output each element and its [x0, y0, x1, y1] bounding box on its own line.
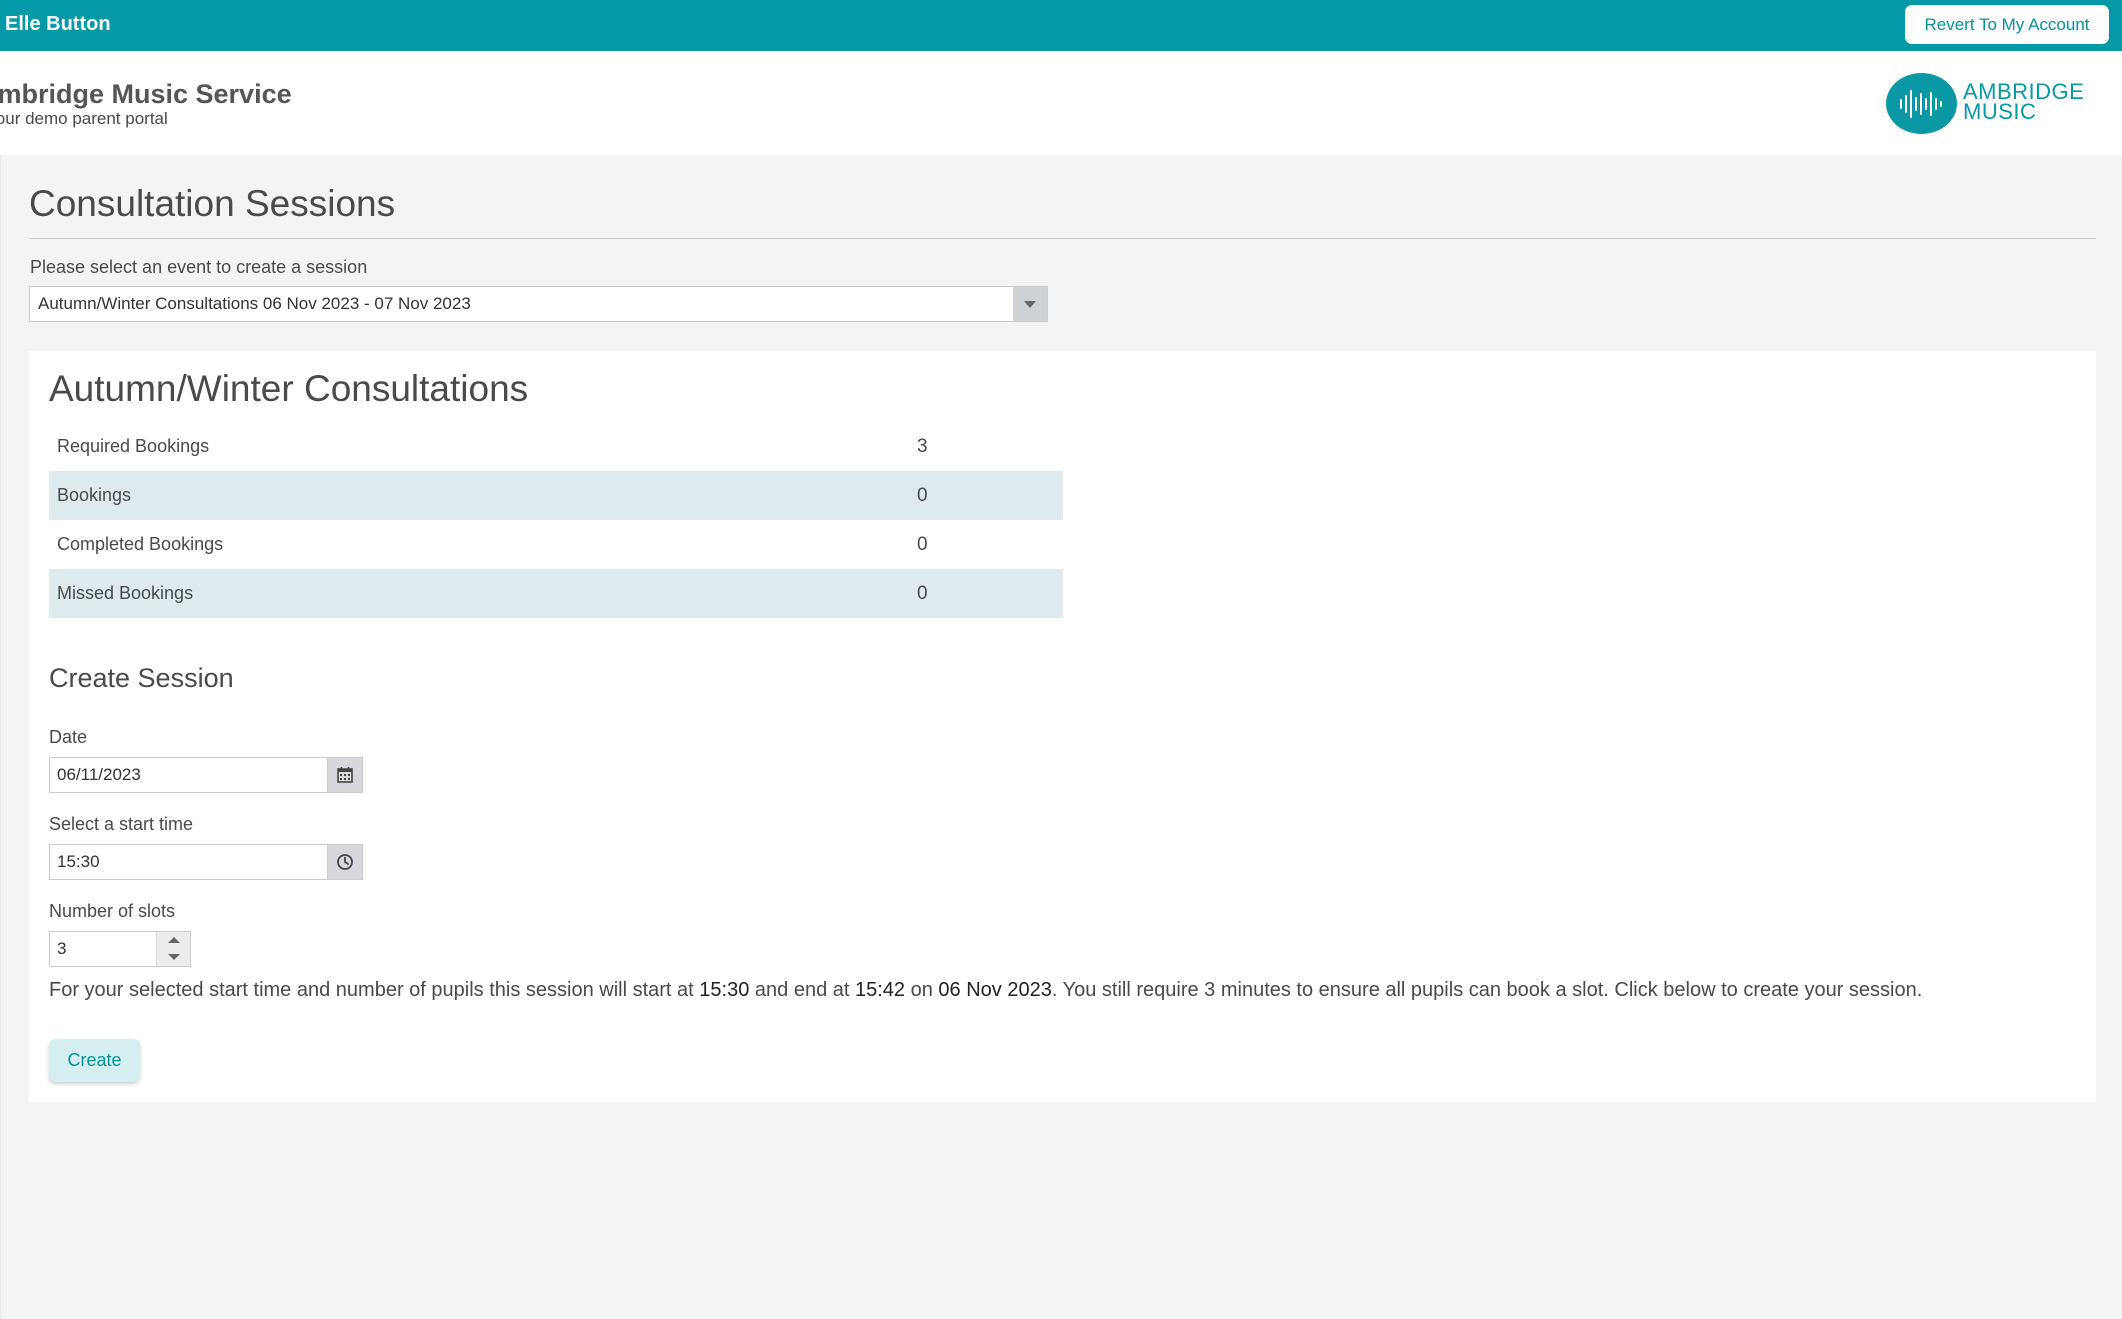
table-row: Required Bookings 3 — [49, 422, 1063, 471]
slots-input[interactable] — [50, 932, 156, 966]
event-select-label: Please select an event to create a sessi… — [30, 257, 368, 277]
stat-label: Required Bookings — [57, 436, 210, 456]
date-input[interactable] — [50, 758, 326, 792]
title-divider — [29, 238, 2096, 239]
slots-stepper — [49, 931, 191, 967]
booking-stats-table: Required Bookings 3 Bookings 0 Completed… — [49, 422, 1063, 618]
site-header: Ambridge Music Service Your demo parent … — [0, 51, 2122, 155]
calendar-icon[interactable] — [327, 758, 362, 792]
revert-to-my-account-button[interactable]: Revert To My Account — [1905, 5, 2109, 44]
stat-value: 0 — [917, 569, 1063, 618]
create-session-title: Create Session — [49, 663, 234, 693]
stat-label: Missed Bookings — [49, 569, 917, 618]
brand-wordmark: AMBRIDGE MUSIC — [1963, 81, 2093, 124]
caret-down-icon[interactable] — [1013, 287, 1047, 321]
site-subtitle: Your demo parent portal — [0, 109, 168, 128]
summary-text: For your selected start time and number … — [49, 979, 700, 1001]
table-row: Missed Bookings 0 — [49, 569, 1063, 618]
table-row: Completed Bookings 0 — [49, 520, 1063, 569]
page-title: Consultation Sessions — [29, 183, 396, 224]
brand-line-2: MUSIC — [1963, 99, 2037, 124]
summary-start-time: 15:30 — [699, 979, 750, 1001]
table-row: Bookings 0 — [49, 471, 1063, 520]
stepper-buttons — [156, 932, 190, 966]
event-select-value: Autumn/Winter Consultations 06 Nov 2023 … — [38, 294, 471, 313]
stat-value: 0 — [917, 533, 928, 555]
stat-label: Completed Bookings — [57, 534, 224, 554]
start-time-field — [49, 844, 363, 880]
brand-logo[interactable]: AMBRIDGE MUSIC — [1886, 73, 2086, 137]
stat-value: 3 — [917, 435, 928, 457]
impersonated-user-name: Elle Button — [5, 13, 111, 35]
summary-text: on — [905, 979, 939, 1001]
clock-icon[interactable] — [327, 845, 362, 879]
page-edge-divider — [0, 155, 1, 1319]
stat-label: Bookings — [49, 471, 917, 520]
create-button[interactable]: Create — [49, 1039, 140, 1082]
stat-value: 0 — [917, 471, 1063, 520]
summary-text: and end at — [749, 979, 855, 1001]
date-field — [49, 757, 363, 793]
session-summary: For your selected start time and number … — [49, 979, 1922, 1002]
date-label: Date — [49, 727, 88, 747]
summary-end-time: 15:42 — [855, 979, 906, 1001]
event-select[interactable]: Autumn/Winter Consultations 06 Nov 2023 … — [29, 286, 1048, 322]
summary-text: . You still require 3 minutes to ensure … — [1051, 979, 1923, 1001]
slots-label: Number of slots — [49, 901, 176, 921]
event-card: Autumn/Winter Consultations Required Boo… — [29, 351, 2096, 1102]
decrement-icon[interactable] — [157, 949, 190, 966]
site-name: Ambridge Music Service — [0, 79, 292, 109]
start-time-input[interactable] — [50, 845, 326, 879]
start-time-label: Select a start time — [49, 814, 194, 834]
summary-date: 06 Nov 2023 — [938, 979, 1052, 1001]
soundwave-icon — [1886, 73, 1957, 134]
event-title: Autumn/Winter Consultations — [49, 368, 529, 409]
increment-icon[interactable] — [157, 932, 190, 949]
top-bar: Elle Button Revert To My Account — [0, 0, 2122, 51]
